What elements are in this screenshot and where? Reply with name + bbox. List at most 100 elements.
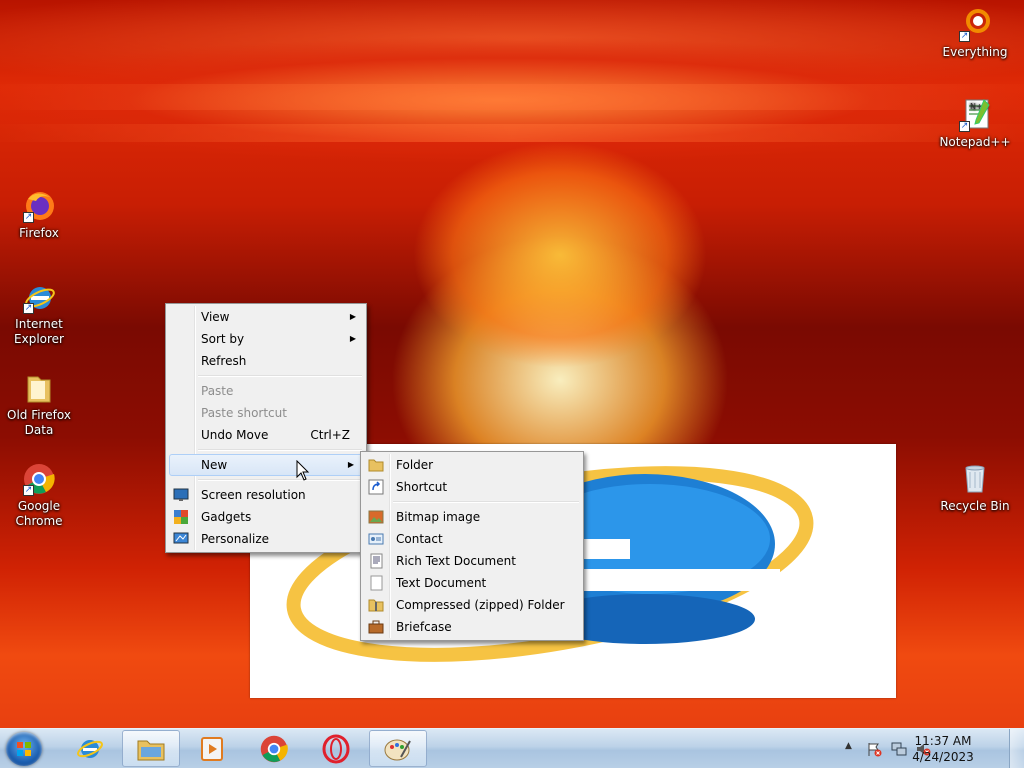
network-icon[interactable] — [891, 741, 907, 757]
tray-show-hidden-icons[interactable]: ▲ — [845, 741, 857, 755]
desktop-icon-label: Chrome — [15, 514, 63, 528]
menu-item-undo-move[interactable]: Undo Move Ctrl+Z — [168, 424, 364, 446]
submenu-item-bitmap-image[interactable]: Bitmap image — [363, 506, 581, 528]
menu-item-label: Compressed (zipped) Folder — [396, 598, 565, 612]
opera-icon — [322, 734, 350, 763]
desktop-icon-label: Everything — [942, 45, 1008, 59]
new-submenu: Folder Shortcut Bitmap image Contact Ric… — [360, 451, 584, 641]
submenu-item-text-document[interactable]: Text Document — [363, 572, 581, 594]
text-document-icon — [368, 575, 384, 591]
clock-date: 4/24/2023 — [912, 750, 974, 764]
submenu-arrow-icon: ▶ — [349, 312, 356, 321]
desktop-icon-google-chrome[interactable]: ↗ Google Chrome — [1, 462, 77, 529]
desktop-context-menu: View ▶ Sort by ▶ Refresh Paste Paste short… — [165, 303, 367, 553]
notepadpp-icon: N++ ↗ — [958, 98, 992, 132]
submenu-item-briefcase[interactable]: Briefcase — [363, 616, 581, 638]
personalize-icon — [173, 531, 189, 547]
start-orb-icon — [17, 742, 31, 756]
desktop-icon-label: Old Firefox — [7, 408, 71, 422]
menu-item-label: View — [201, 310, 230, 324]
desktop-icon-internet-explorer[interactable]: ↗ Internet Explorer — [1, 280, 77, 347]
mouse-cursor-icon — [296, 460, 310, 481]
menu-item-personalize[interactable]: Personalize — [168, 528, 364, 550]
desktop-icon-label: Notepad++ — [939, 135, 1011, 149]
menu-item-paste-shortcut: Paste shortcut — [168, 402, 364, 424]
menu-item-paste: Paste — [168, 380, 364, 402]
menu-item-view[interactable]: View ▶ — [168, 306, 364, 328]
menu-item-label: Gadgets — [201, 510, 252, 524]
shortcut-arrow-icon: ↗ — [959, 121, 970, 132]
desktop-icon-recycle-bin[interactable]: Recycle Bin — [937, 462, 1013, 514]
menu-item-label: Briefcase — [396, 620, 452, 634]
menu-item-label: Rich Text Document — [396, 554, 516, 568]
taskbar-media-player[interactable] — [183, 730, 241, 767]
zipped-folder-icon — [368, 597, 384, 613]
submenu-item-folder[interactable]: Folder — [363, 454, 581, 476]
submenu-arrow-icon: ▶ — [349, 334, 356, 343]
start-button[interactable] — [6, 732, 42, 766]
everything-icon: ↗ — [958, 8, 992, 42]
desktop-icon-label: Internet — [15, 317, 63, 331]
menu-item-refresh[interactable]: Refresh — [168, 350, 364, 372]
menu-item-label: Bitmap image — [396, 510, 481, 524]
menu-separator — [198, 449, 362, 451]
menu-item-label: Folder — [396, 458, 434, 472]
menu-item-label: Personalize — [201, 532, 270, 546]
menu-item-sort-by[interactable]: Sort by ▶ — [168, 328, 364, 350]
wallpaper-band — [0, 124, 1024, 142]
keyboard-shortcut: Ctrl+Z — [310, 428, 350, 442]
submenu-item-compressed-folder[interactable]: Compressed (zipped) Folder — [363, 594, 581, 616]
menu-item-label: Sort by — [201, 332, 245, 346]
menu-separator — [198, 479, 362, 481]
menu-item-label: New — [201, 458, 228, 472]
menu-item-label: Refresh — [201, 354, 247, 368]
submenu-item-rich-text-document[interactable]: Rich Text Document — [363, 550, 581, 572]
gadgets-icon — [173, 509, 189, 525]
shortcut-arrow-icon: ↗ — [23, 485, 34, 496]
taskbar-internet-explorer[interactable] — [61, 730, 119, 767]
menu-separator — [393, 501, 579, 503]
menu-item-label: Undo Move — [201, 428, 269, 442]
chrome-icon: ↗ — [22, 462, 56, 496]
taskbar: ▲ 11:37 AM 4/24/2023 — [0, 728, 1024, 768]
desktop-icon-everything[interactable]: ↗ Everything — [937, 8, 1013, 60]
menu-separator — [198, 375, 362, 377]
show-desktop-button[interactable] — [1009, 729, 1024, 768]
menu-item-label: Shortcut — [396, 480, 448, 494]
desktop-icon-label: Recycle Bin — [940, 499, 1010, 513]
menu-item-label: Text Document — [396, 576, 487, 590]
submenu-item-shortcut[interactable]: Shortcut — [363, 476, 581, 498]
taskbar-clock[interactable]: 11:37 AM 4/24/2023 — [908, 733, 978, 765]
desktop-icon-label: Explorer — [14, 332, 64, 346]
desktop-icon-firefox[interactable]: ↗ Firefox — [1, 189, 77, 241]
paint-icon — [384, 739, 411, 760]
file-explorer-icon — [137, 740, 165, 760]
submenu-item-contact[interactable]: Contact — [363, 528, 581, 550]
desktop-icon-old-firefox-data[interactable]: Old Firefox Data — [1, 371, 77, 438]
menu-item-label: Contact — [396, 532, 443, 546]
folder-icon — [368, 457, 384, 473]
shortcut-icon — [368, 479, 384, 495]
menu-item-label: Paste — [201, 384, 234, 398]
menu-item-label: Paste shortcut — [201, 406, 287, 420]
desktop-icon-label: Data — [24, 423, 54, 437]
clock-time: 11:37 AM — [914, 734, 972, 748]
chrome-icon — [260, 735, 288, 762]
recycle-bin-icon — [958, 462, 992, 496]
menu-item-new[interactable]: New ▶ — [169, 454, 363, 476]
monitor-icon — [173, 487, 189, 503]
menu-item-gadgets[interactable]: Gadgets — [168, 506, 364, 528]
desktop-icon-label: Google — [17, 499, 61, 513]
taskbar-opera[interactable] — [307, 730, 365, 767]
shortcut-arrow-icon: ↗ — [23, 303, 34, 314]
taskbar-chrome[interactable] — [245, 730, 303, 767]
contact-icon — [368, 531, 384, 547]
shortcut-arrow-icon: ↗ — [959, 31, 970, 42]
desktop-icon-notepadpp[interactable]: N++ ↗ Notepad++ — [937, 98, 1013, 150]
folder-icon — [22, 371, 56, 405]
taskbar-paint[interactable] — [369, 730, 427, 767]
taskbar-windows-explorer[interactable] — [122, 730, 180, 767]
action-center-flag-icon[interactable] — [866, 741, 882, 757]
internet-explorer-icon: ↗ — [22, 280, 56, 314]
menu-item-screen-resolution[interactable]: Screen resolution — [168, 484, 364, 506]
